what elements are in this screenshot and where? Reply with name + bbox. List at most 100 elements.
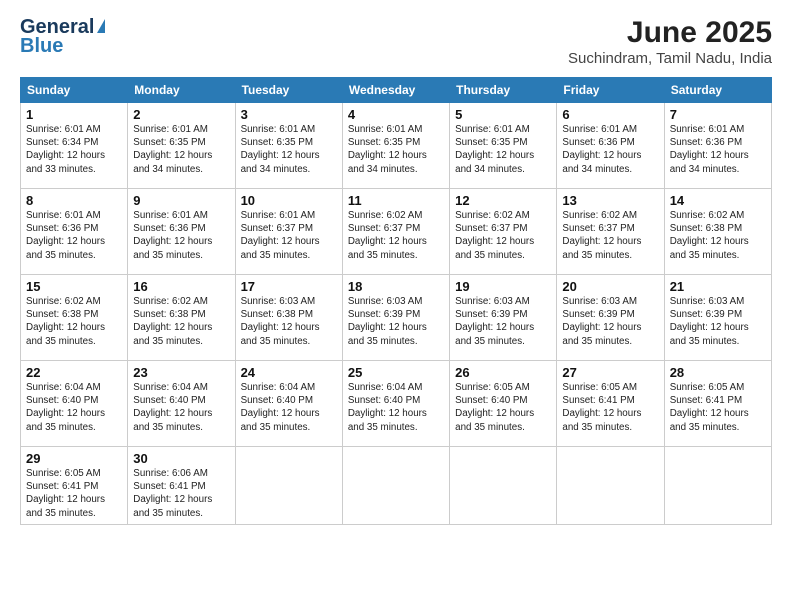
table-row: 4 Sunrise: 6:01 AMSunset: 6:35 PMDayligh… bbox=[342, 103, 449, 189]
day-number: 18 bbox=[348, 279, 444, 294]
day-info: Sunrise: 6:04 AMSunset: 6:40 PMDaylight:… bbox=[348, 382, 427, 433]
week-row-3: 15 Sunrise: 6:02 AMSunset: 6:38 PMDaylig… bbox=[21, 275, 772, 361]
day-info: Sunrise: 6:02 AMSunset: 6:38 PMDaylight:… bbox=[133, 296, 212, 347]
day-number: 16 bbox=[133, 279, 229, 294]
day-number: 13 bbox=[562, 193, 658, 208]
table-row: 19 Sunrise: 6:03 AMSunset: 6:39 PMDaylig… bbox=[450, 275, 557, 361]
day-info: Sunrise: 6:03 AMSunset: 6:39 PMDaylight:… bbox=[348, 296, 427, 347]
table-row: 10 Sunrise: 6:01 AMSunset: 6:37 PMDaylig… bbox=[235, 189, 342, 275]
table-row: 25 Sunrise: 6:04 AMSunset: 6:40 PMDaylig… bbox=[342, 361, 449, 447]
calendar-header-row: Sunday Monday Tuesday Wednesday Thursday… bbox=[21, 78, 772, 103]
col-saturday: Saturday bbox=[664, 78, 771, 103]
table-row: 18 Sunrise: 6:03 AMSunset: 6:39 PMDaylig… bbox=[342, 275, 449, 361]
day-number: 20 bbox=[562, 279, 658, 294]
day-number: 4 bbox=[348, 107, 444, 122]
day-info: Sunrise: 6:01 AMSunset: 6:36 PMDaylight:… bbox=[133, 210, 212, 261]
table-row: 3 Sunrise: 6:01 AMSunset: 6:35 PMDayligh… bbox=[235, 103, 342, 189]
day-number: 27 bbox=[562, 365, 658, 380]
header: General Blue June 2025 Suchindram, Tamil… bbox=[20, 16, 772, 67]
logo-blue: Blue bbox=[20, 35, 63, 58]
table-row: 11 Sunrise: 6:02 AMSunset: 6:37 PMDaylig… bbox=[342, 189, 449, 275]
table-row: 5 Sunrise: 6:01 AMSunset: 6:35 PMDayligh… bbox=[450, 103, 557, 189]
day-number: 26 bbox=[455, 365, 551, 380]
table-row: 21 Sunrise: 6:03 AMSunset: 6:39 PMDaylig… bbox=[664, 275, 771, 361]
col-wednesday: Wednesday bbox=[342, 78, 449, 103]
calendar: Sunday Monday Tuesday Wednesday Thursday… bbox=[20, 77, 772, 525]
page: General Blue June 2025 Suchindram, Tamil… bbox=[0, 0, 792, 612]
day-number: 19 bbox=[455, 279, 551, 294]
table-row: 15 Sunrise: 6:02 AMSunset: 6:38 PMDaylig… bbox=[21, 275, 128, 361]
col-sunday: Sunday bbox=[21, 78, 128, 103]
col-friday: Friday bbox=[557, 78, 664, 103]
day-info: Sunrise: 6:01 AMSunset: 6:35 PMDaylight:… bbox=[348, 124, 427, 175]
day-info: Sunrise: 6:01 AMSunset: 6:35 PMDaylight:… bbox=[455, 124, 534, 175]
table-row: 30 Sunrise: 6:06 AMSunset: 6:41 PMDaylig… bbox=[128, 447, 235, 525]
week-row-1: 1 Sunrise: 6:01 AMSunset: 6:34 PMDayligh… bbox=[21, 103, 772, 189]
title-block: June 2025 Suchindram, Tamil Nadu, India bbox=[568, 16, 772, 67]
table-row: 17 Sunrise: 6:03 AMSunset: 6:38 PMDaylig… bbox=[235, 275, 342, 361]
day-number: 29 bbox=[26, 451, 122, 466]
day-number: 8 bbox=[26, 193, 122, 208]
day-number: 7 bbox=[670, 107, 766, 122]
day-info: Sunrise: 6:03 AMSunset: 6:38 PMDaylight:… bbox=[241, 296, 320, 347]
day-number: 9 bbox=[133, 193, 229, 208]
table-row bbox=[450, 447, 557, 525]
day-info: Sunrise: 6:05 AMSunset: 6:41 PMDaylight:… bbox=[562, 382, 641, 433]
day-info: Sunrise: 6:02 AMSunset: 6:37 PMDaylight:… bbox=[455, 210, 534, 261]
day-info: Sunrise: 6:01 AMSunset: 6:36 PMDaylight:… bbox=[26, 210, 105, 261]
day-number: 30 bbox=[133, 451, 229, 466]
week-row-4: 22 Sunrise: 6:04 AMSunset: 6:40 PMDaylig… bbox=[21, 361, 772, 447]
day-info: Sunrise: 6:01 AMSunset: 6:34 PMDaylight:… bbox=[26, 124, 105, 175]
day-info: Sunrise: 6:01 AMSunset: 6:35 PMDaylight:… bbox=[241, 124, 320, 175]
day-number: 22 bbox=[26, 365, 122, 380]
day-number: 21 bbox=[670, 279, 766, 294]
day-info: Sunrise: 6:05 AMSunset: 6:41 PMDaylight:… bbox=[26, 468, 105, 519]
table-row: 29 Sunrise: 6:05 AMSunset: 6:41 PMDaylig… bbox=[21, 447, 128, 525]
table-row: 2 Sunrise: 6:01 AMSunset: 6:35 PMDayligh… bbox=[128, 103, 235, 189]
table-row: 14 Sunrise: 6:02 AMSunset: 6:38 PMDaylig… bbox=[664, 189, 771, 275]
table-row: 20 Sunrise: 6:03 AMSunset: 6:39 PMDaylig… bbox=[557, 275, 664, 361]
day-number: 25 bbox=[348, 365, 444, 380]
day-info: Sunrise: 6:04 AMSunset: 6:40 PMDaylight:… bbox=[26, 382, 105, 433]
col-monday: Monday bbox=[128, 78, 235, 103]
day-number: 24 bbox=[241, 365, 337, 380]
table-row bbox=[664, 447, 771, 525]
day-number: 3 bbox=[241, 107, 337, 122]
table-row: 23 Sunrise: 6:04 AMSunset: 6:40 PMDaylig… bbox=[128, 361, 235, 447]
week-row-5: 29 Sunrise: 6:05 AMSunset: 6:41 PMDaylig… bbox=[21, 447, 772, 525]
day-info: Sunrise: 6:03 AMSunset: 6:39 PMDaylight:… bbox=[562, 296, 641, 347]
day-info: Sunrise: 6:04 AMSunset: 6:40 PMDaylight:… bbox=[241, 382, 320, 433]
table-row: 27 Sunrise: 6:05 AMSunset: 6:41 PMDaylig… bbox=[557, 361, 664, 447]
table-row: 13 Sunrise: 6:02 AMSunset: 6:37 PMDaylig… bbox=[557, 189, 664, 275]
day-info: Sunrise: 6:05 AMSunset: 6:40 PMDaylight:… bbox=[455, 382, 534, 433]
table-row: 8 Sunrise: 6:01 AMSunset: 6:36 PMDayligh… bbox=[21, 189, 128, 275]
day-number: 2 bbox=[133, 107, 229, 122]
table-row: 26 Sunrise: 6:05 AMSunset: 6:40 PMDaylig… bbox=[450, 361, 557, 447]
week-row-2: 8 Sunrise: 6:01 AMSunset: 6:36 PMDayligh… bbox=[21, 189, 772, 275]
day-number: 23 bbox=[133, 365, 229, 380]
col-tuesday: Tuesday bbox=[235, 78, 342, 103]
day-number: 10 bbox=[241, 193, 337, 208]
subtitle: Suchindram, Tamil Nadu, India bbox=[568, 50, 772, 67]
table-row: 22 Sunrise: 6:04 AMSunset: 6:40 PMDaylig… bbox=[21, 361, 128, 447]
table-row: 16 Sunrise: 6:02 AMSunset: 6:38 PMDaylig… bbox=[128, 275, 235, 361]
main-title: June 2025 bbox=[568, 16, 772, 50]
table-row: 9 Sunrise: 6:01 AMSunset: 6:36 PMDayligh… bbox=[128, 189, 235, 275]
day-number: 17 bbox=[241, 279, 337, 294]
table-row: 12 Sunrise: 6:02 AMSunset: 6:37 PMDaylig… bbox=[450, 189, 557, 275]
day-info: Sunrise: 6:02 AMSunset: 6:38 PMDaylight:… bbox=[670, 210, 749, 261]
day-info: Sunrise: 6:02 AMSunset: 6:37 PMDaylight:… bbox=[348, 210, 427, 261]
table-row bbox=[557, 447, 664, 525]
day-info: Sunrise: 6:02 AMSunset: 6:38 PMDaylight:… bbox=[26, 296, 105, 347]
day-number: 6 bbox=[562, 107, 658, 122]
day-info: Sunrise: 6:01 AMSunset: 6:35 PMDaylight:… bbox=[133, 124, 212, 175]
day-number: 5 bbox=[455, 107, 551, 122]
day-info: Sunrise: 6:04 AMSunset: 6:40 PMDaylight:… bbox=[133, 382, 212, 433]
col-thursday: Thursday bbox=[450, 78, 557, 103]
table-row bbox=[235, 447, 342, 525]
day-info: Sunrise: 6:01 AMSunset: 6:36 PMDaylight:… bbox=[670, 124, 749, 175]
day-number: 15 bbox=[26, 279, 122, 294]
day-number: 28 bbox=[670, 365, 766, 380]
logo-arrow-icon bbox=[97, 19, 105, 33]
day-info: Sunrise: 6:06 AMSunset: 6:41 PMDaylight:… bbox=[133, 468, 212, 519]
